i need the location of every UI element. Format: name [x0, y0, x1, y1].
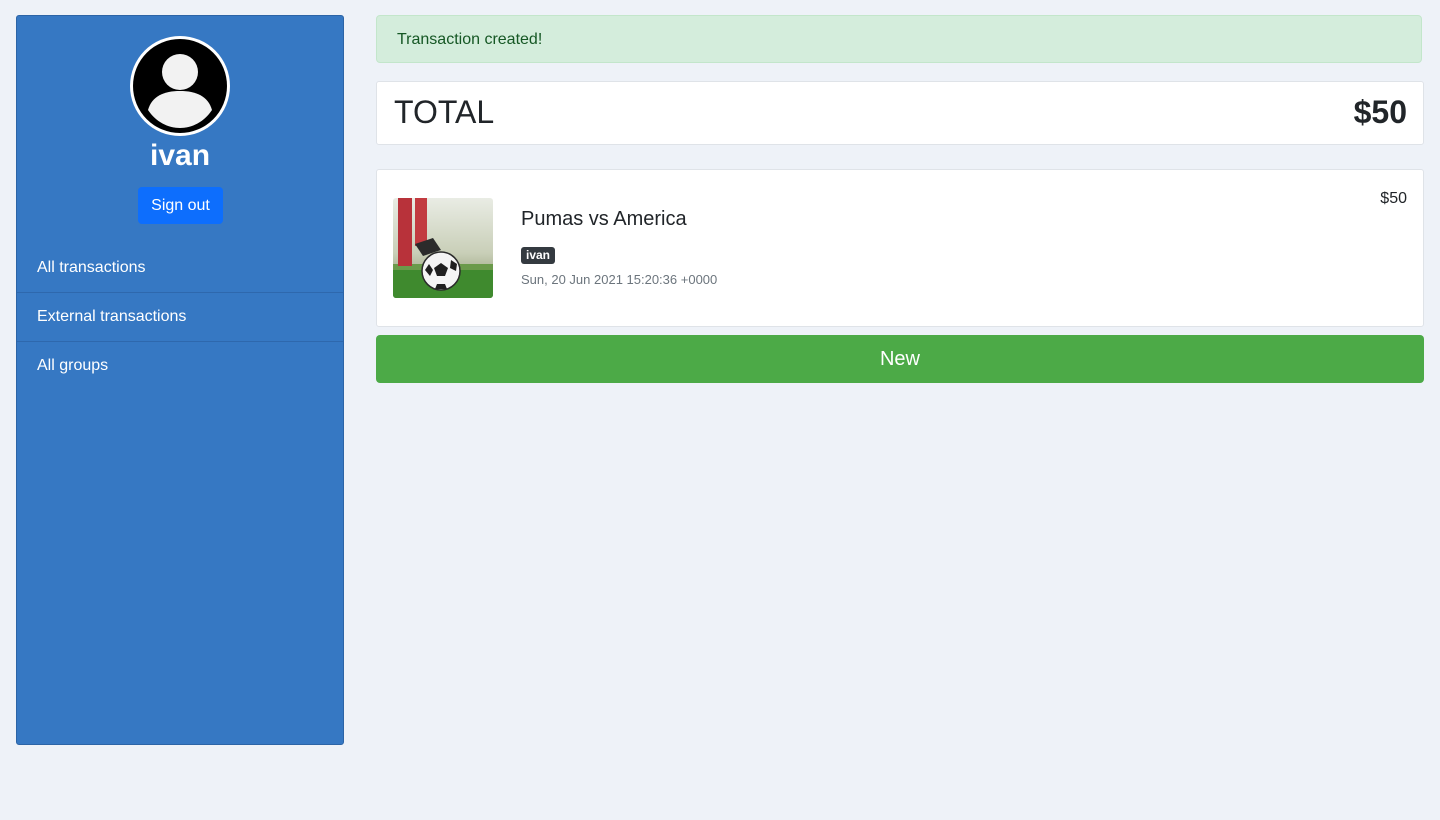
sidebar: ivan Sign out All transactions External … — [16, 15, 344, 745]
sign-out-button[interactable]: Sign out — [138, 187, 223, 224]
sidebar-nav: All transactions External transactions A… — [17, 244, 343, 390]
sidebar-item-external-transactions[interactable]: External transactions — [17, 293, 343, 342]
avatar-icon — [130, 36, 230, 136]
total-card: TOTAL $50 — [376, 81, 1424, 145]
soccer-image — [393, 198, 493, 298]
total-label: TOTAL — [394, 94, 495, 130]
transaction-amount: $50 — [1380, 190, 1407, 207]
user-name: ivan — [149, 139, 211, 172]
new-transaction-button[interactable]: New — [376, 335, 1424, 383]
sidebar-item-all-transactions[interactable]: All transactions — [17, 244, 343, 293]
success-alert: Transaction created! — [376, 15, 1422, 63]
author-badge: ivan — [521, 247, 556, 264]
transaction-card[interactable]: Pumas vs America ivan Sun, 20 Jun 2021 1… — [376, 169, 1424, 327]
transaction-title[interactable]: Pumas vs America — [521, 206, 687, 232]
transaction-date: Sun, 20 Jun 2021 15:20:36 +0000 — [521, 272, 718, 287]
sidebar-item-all-groups[interactable]: All groups — [17, 342, 343, 390]
total-value: $50 — [1353, 94, 1407, 130]
